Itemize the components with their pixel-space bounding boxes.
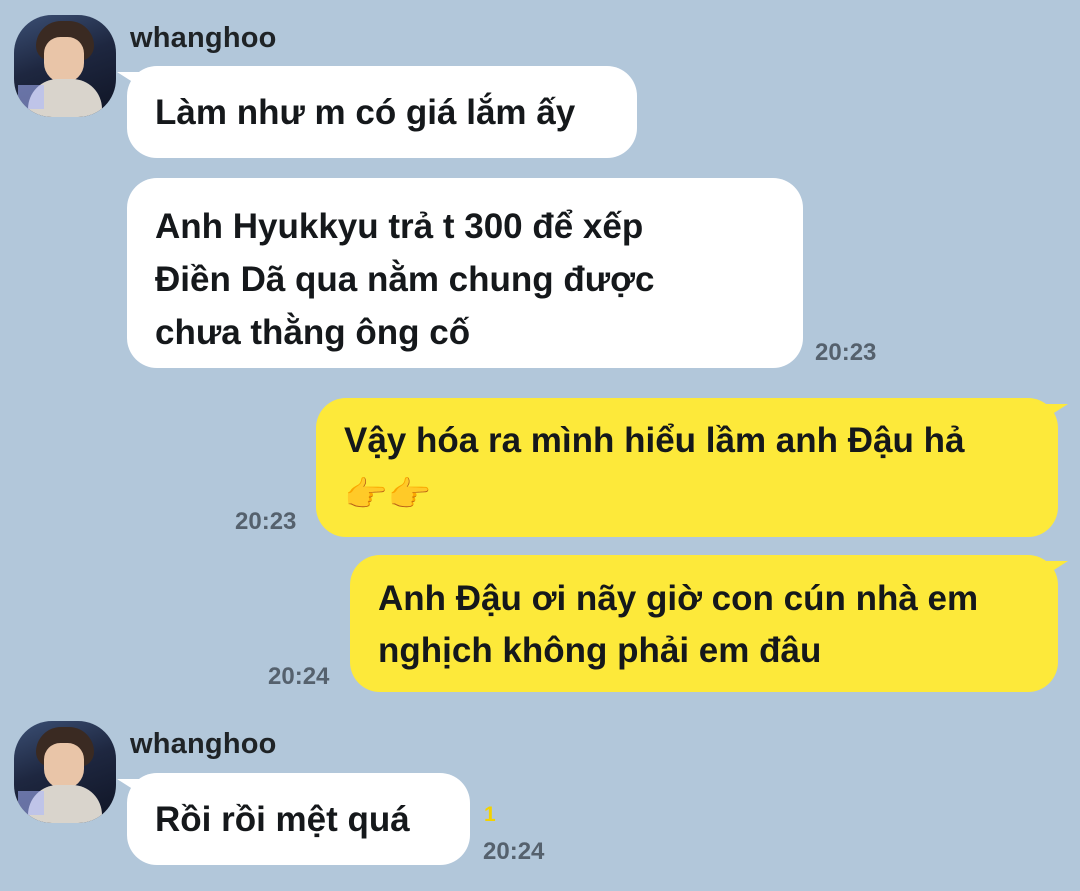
message-bubble-outgoing[interactable]: Anh Đậu ơi nãy giờ con cún nhà em nghịch… — [350, 555, 1068, 692]
avatar-light — [18, 85, 44, 109]
pointing-hand-emoji-icon: 👉👉 — [344, 474, 432, 514]
message-text-line: Anh Hyukkyu trả t 300 để xếp — [155, 207, 644, 246]
message-bubble-outgoing[interactable]: Vậy hóa ra mình hiểu lầm anh Đậu hả 👉👉 — [316, 398, 1068, 537]
sender-avatar[interactable] — [14, 721, 116, 823]
message-timestamp: 20:24 — [268, 663, 330, 690]
message-bubble-incoming[interactable]: Anh Hyukkyu trả t 300 để xếp Điền Dã qua… — [127, 178, 803, 368]
avatar-face — [44, 37, 84, 83]
message-text-line: Điền Dã qua nằm chung được — [155, 260, 655, 299]
message-timestamp: 20:23 — [235, 508, 297, 535]
message-text-line: chưa thằng ông cố — [155, 313, 471, 352]
avatar-light — [18, 791, 44, 815]
sender-avatar[interactable] — [14, 15, 116, 117]
message-timestamp: 20:23 — [815, 339, 877, 366]
message-text-line: nghịch không phải em đâu — [378, 631, 822, 670]
message-bubble-incoming[interactable]: Làm như m có giá lắm ấy — [117, 66, 637, 158]
sender-name: whanghoo — [130, 22, 277, 54]
message-timestamp: 20:24 — [483, 838, 545, 865]
sender-name: whanghoo — [130, 728, 277, 760]
avatar-face — [44, 743, 84, 789]
message-text: Làm như m có giá lắm ấy — [155, 93, 576, 132]
unread-count-badge: 1 — [484, 803, 496, 826]
message-text: Rồi rồi mệt quá — [155, 800, 410, 839]
message-text: Vậy hóa ra mình hiểu lầm anh Đậu hả — [344, 421, 965, 460]
chat-view: whanghoo Làm như m có giá lắm ấy Anh Hyu… — [0, 0, 1080, 891]
message-text-line: Anh Đậu ơi nãy giờ con cún nhà em — [378, 579, 979, 618]
message-bubble-incoming[interactable]: Rồi rồi mệt quá — [117, 773, 470, 865]
